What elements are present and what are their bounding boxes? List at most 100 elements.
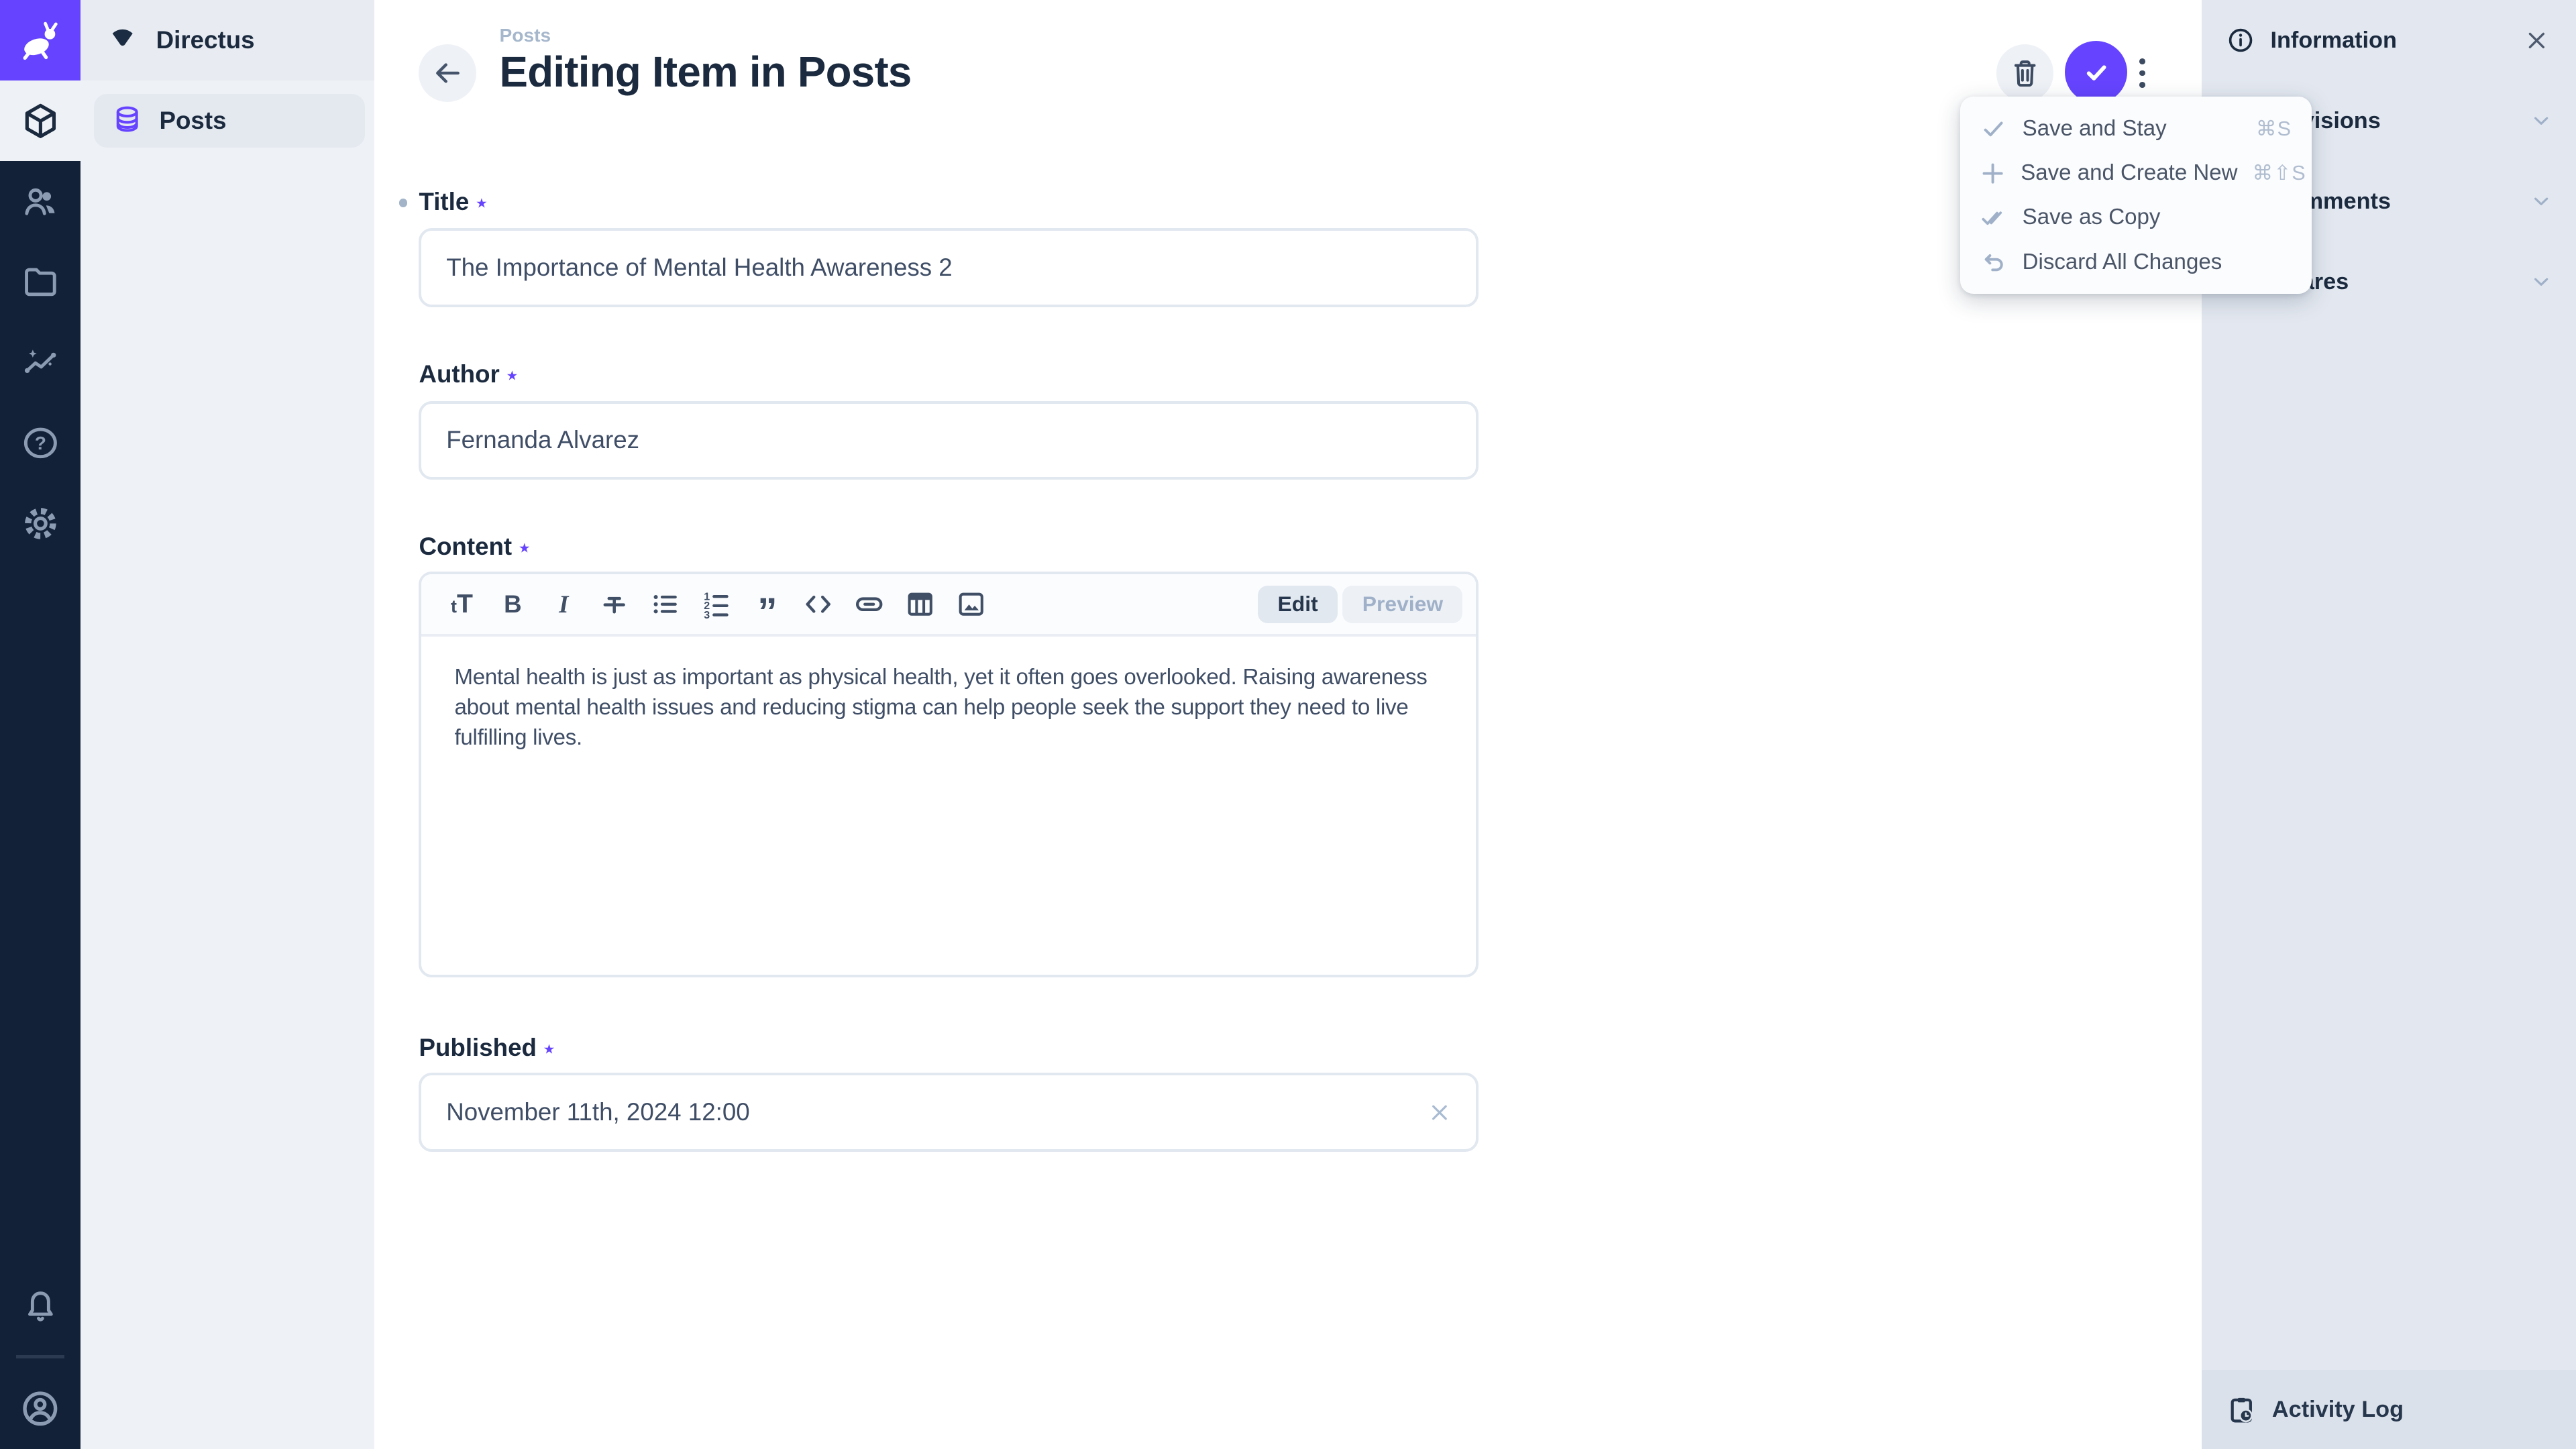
- title-input[interactable]: [421, 231, 1476, 305]
- link-icon: [852, 587, 886, 621]
- content-text: Mental health is just as important as ph…: [454, 663, 1443, 753]
- arrow-left-icon: [429, 55, 466, 91]
- editor-toolbar: tT B I: [421, 574, 1476, 637]
- notifications-button[interactable]: [0, 1265, 80, 1346]
- database-icon: [110, 103, 144, 138]
- module-file-library[interactable]: [0, 241, 80, 322]
- account-icon: [19, 1387, 62, 1430]
- save-options-menu: Save and Stay ⌘S Save and Create New ⌘⇧S…: [1960, 97, 2312, 294]
- format-size-icon: tT: [451, 591, 473, 617]
- back-button[interactable]: [419, 44, 476, 102]
- box-icon: [21, 101, 60, 141]
- check-icon: [2078, 54, 2114, 91]
- close-icon: [2524, 28, 2549, 53]
- table-icon: [903, 587, 937, 621]
- field-published: Published ★: [419, 1032, 1479, 1065]
- field-label-title: Title ★: [419, 186, 1479, 219]
- required-marker: ★: [476, 187, 488, 220]
- svg-text:3: 3: [704, 609, 710, 621]
- edited-indicator: [399, 199, 407, 207]
- required-marker: ★: [543, 1033, 555, 1066]
- more-options-button[interactable]: [2129, 44, 2155, 102]
- bullet-list-icon: [648, 587, 682, 621]
- bell-icon: [21, 1285, 60, 1325]
- folder-icon: [21, 262, 60, 302]
- module-insights[interactable]: [0, 322, 80, 402]
- strikethrough-icon: [597, 587, 631, 621]
- published-input-box: [419, 1073, 1479, 1152]
- edit-tab[interactable]: Edit: [1258, 586, 1338, 623]
- menu-item-save-and-stay[interactable]: Save and Stay ⌘S: [1960, 107, 2312, 151]
- required-marker: ★: [519, 532, 531, 565]
- page-title: Editing Item in Posts: [499, 48, 911, 97]
- activity-log-button[interactable]: Activity Log: [2202, 1370, 2576, 1449]
- bullet-list-button[interactable]: [645, 583, 686, 626]
- sidebar-title: Information: [2270, 28, 2505, 54]
- directus-logo[interactable]: [0, 0, 80, 80]
- menu-item-save-and-create-new[interactable]: Save and Create New ⌘⇧S: [1960, 151, 2312, 195]
- chevron-down-icon: [2530, 270, 2553, 293]
- author-input[interactable]: [421, 404, 1476, 478]
- shortcut-label: ⌘⇧S: [2253, 162, 2306, 185]
- image-button[interactable]: [951, 583, 991, 626]
- menu-item-save-as-copy[interactable]: Save as Copy: [1960, 195, 2312, 239]
- nav-item-posts[interactable]: Posts: [94, 94, 365, 148]
- image-icon: [954, 587, 988, 621]
- double-check-icon: [1980, 205, 2008, 231]
- project-name: Directus: [156, 26, 255, 54]
- code-button[interactable]: [798, 583, 839, 626]
- close-sidebar-button[interactable]: [2520, 24, 2553, 57]
- gear-icon: [21, 504, 60, 543]
- preview-tab[interactable]: Preview: [1342, 586, 1462, 623]
- field-author: Author ★: [419, 358, 1479, 391]
- clear-date-button[interactable]: [1424, 1095, 1456, 1128]
- project-icon: [105, 23, 140, 57]
- title-input-box: [419, 228, 1479, 307]
- main-content: Posts Editing Item in Posts T: [374, 0, 2201, 1449]
- clipboard-clock-icon: [2226, 1394, 2257, 1426]
- editor-view-tabs: Edit Preview: [1258, 586, 1462, 623]
- chevron-down-icon: [2530, 109, 2553, 132]
- menu-item-discard-all-changes[interactable]: Discard All Changes: [1960, 240, 2312, 284]
- numbered-list-button[interactable]: 1 2 3: [696, 583, 737, 626]
- breadcrumb[interactable]: Posts: [499, 25, 911, 46]
- format-size-button[interactable]: tT: [441, 583, 482, 626]
- module-bar-bottom: [0, 1265, 80, 1449]
- bold-button[interactable]: B: [492, 583, 533, 626]
- field-title: Title ★: [419, 186, 1479, 219]
- module-bar: ?: [0, 0, 80, 1449]
- project-chooser[interactable]: Directus: [80, 0, 374, 80]
- chevron-down-icon: [2530, 190, 2553, 213]
- help-icon: ?: [21, 423, 60, 463]
- account-button[interactable]: [0, 1368, 80, 1449]
- module-content[interactable]: [0, 80, 80, 161]
- delete-button[interactable]: [1996, 44, 2054, 102]
- italic-button[interactable]: I: [543, 583, 584, 626]
- required-marker: ★: [506, 360, 519, 392]
- vertical-dots-icon: [2139, 58, 2145, 64]
- module-bar-divider: [16, 1355, 64, 1358]
- field-label-content: Content ★: [419, 531, 1479, 564]
- editor-body[interactable]: Mental health is just as important as ph…: [421, 640, 1476, 975]
- module-user-directory[interactable]: [0, 161, 80, 241]
- save-button[interactable]: [2065, 41, 2127, 103]
- module-help[interactable]: ?: [0, 402, 80, 483]
- strikethrough-button[interactable]: [594, 583, 635, 626]
- bold-icon: B: [504, 590, 522, 619]
- blockquote-button[interactable]: ”: [747, 583, 788, 626]
- trash-icon: [2008, 56, 2042, 90]
- link-button[interactable]: [849, 583, 890, 626]
- author-input-box: [419, 401, 1479, 480]
- page-titles: Posts Editing Item in Posts: [499, 25, 911, 97]
- table-button[interactable]: [900, 583, 941, 626]
- svg-text:?: ?: [34, 433, 46, 453]
- module-settings[interactable]: [0, 483, 80, 564]
- undo-icon: [1980, 249, 2008, 275]
- content-editor: tT B I: [419, 572, 1479, 977]
- users-icon: [21, 182, 60, 221]
- info-icon: [2226, 25, 2255, 55]
- check-icon: [1980, 116, 2008, 142]
- published-input[interactable]: [421, 1075, 1476, 1149]
- plus-icon: [1980, 160, 2006, 186]
- field-label-author: Author ★: [419, 358, 1479, 391]
